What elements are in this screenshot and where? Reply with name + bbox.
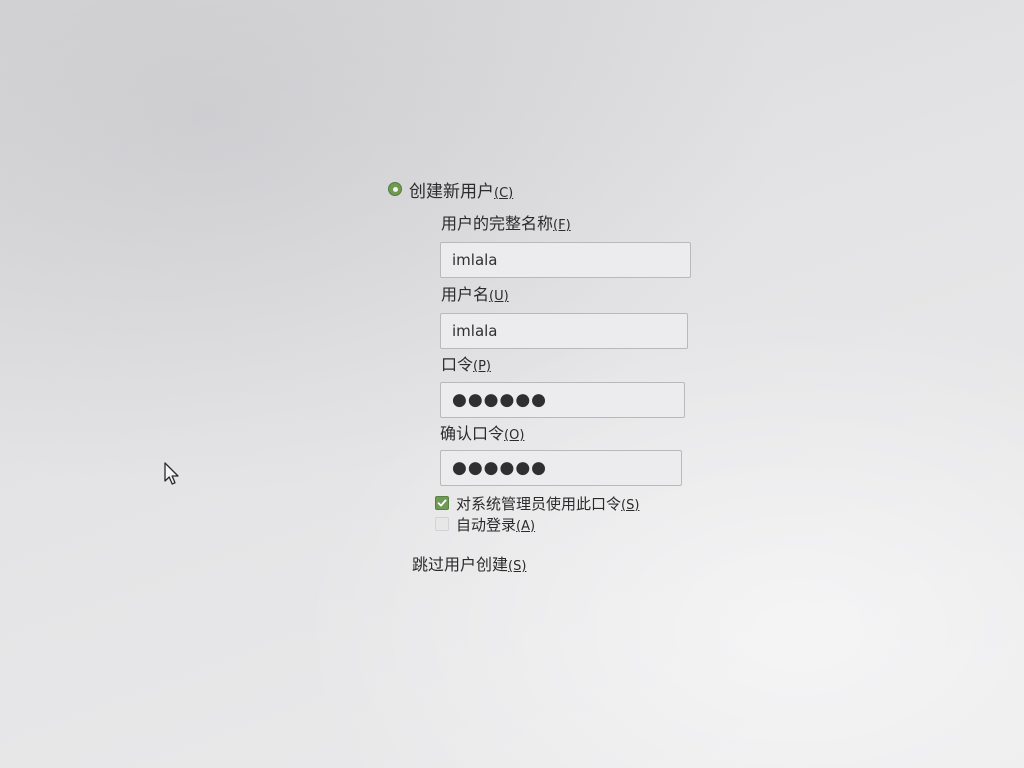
create-user-radio[interactable] [388,182,402,196]
password-input[interactable] [440,382,685,418]
full-name-input[interactable] [440,242,691,278]
confirm-password-label: 确认口令(O) [440,424,525,443]
confirm-password-input[interactable] [440,450,682,486]
username-input[interactable] [440,313,688,349]
radio-selected-dot [392,186,398,192]
create-user-form: 创建新用户(C) 用户的完整名称(F) 用户名(U) 口令(P) 确认口令(O)… [0,0,1024,768]
skip-user-creation-option[interactable]: 跳过用户创建(S) [412,554,526,576]
admin-password-checkbox[interactable] [435,496,449,510]
username-label: 用户名(U) [441,285,509,304]
password-label: 口令(P) [441,355,491,374]
mouse-pointer-icon [164,462,179,485]
admin-password-label: 对系统管理员使用此口令(S) [456,494,640,513]
auto-login-option[interactable]: 自动登录(A) [435,514,535,534]
admin-password-option[interactable]: 对系统管理员使用此口令(S) [435,493,639,513]
full-name-label: 用户的完整名称(F) [441,214,571,233]
create-user-radio-label: 创建新用户(C) [409,181,514,202]
checkmark-icon [437,499,447,507]
create-user-radio-option[interactable]: 创建新用户(C) [388,176,513,202]
auto-login-checkbox[interactable] [435,517,449,531]
auto-login-label: 自动登录(A) [456,515,536,534]
